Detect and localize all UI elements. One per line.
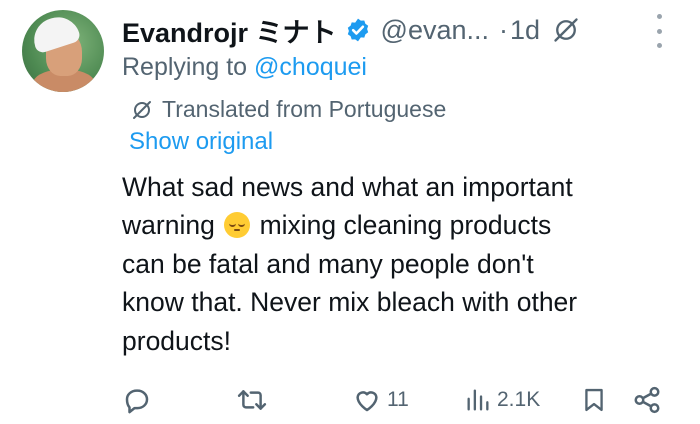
views-chart-icon — [467, 389, 489, 411]
reply-button[interactable] — [122, 380, 157, 420]
like-count: 11 — [387, 388, 409, 411]
show-original-link[interactable]: Show original — [129, 128, 273, 156]
tweet-text-segment: warning — [122, 210, 215, 241]
retweet-button[interactable] — [236, 380, 273, 420]
views-button[interactable]: 2.1K — [464, 380, 540, 420]
tweet-header: Evandrojr ミナト @evan... · 1d — [122, 10, 580, 50]
tweet-text-segment: mixing cleaning products — [259, 210, 552, 241]
share-icon — [634, 386, 660, 414]
tweet-line: What sad news and what an important — [122, 172, 573, 202]
replying-to: Replying to @choquei — [122, 53, 367, 82]
action-bar: 11 2.1K — [0, 380, 700, 420]
translation-label: Translated from Portuguese — [162, 96, 447, 122]
translate-icon — [133, 100, 151, 119]
replying-to-label: Replying to — [122, 53, 255, 81]
author-handle[interactable]: @evan... — [381, 15, 489, 46]
views-count: 2.1K — [497, 388, 541, 411]
author-name[interactable]: Evandrojr ミナト — [122, 11, 337, 50]
tweet-timestamp[interactable]: 1d — [510, 15, 540, 46]
tweet-line: can be fatal and many people don't — [122, 248, 534, 279]
tweet-line: products! — [122, 325, 232, 356]
heart-icon — [356, 391, 378, 412]
retweet-icon — [237, 390, 267, 410]
share-button[interactable] — [632, 380, 662, 420]
like-button[interactable]: 11 — [352, 380, 409, 420]
tweet-line: know that. Never mix bleach with other — [122, 287, 578, 318]
tweet-text: What sad news and what an important warn… — [122, 168, 682, 360]
bookmark-button[interactable] — [580, 380, 608, 420]
avatar[interactable] — [22, 10, 104, 92]
separator-dot: · — [499, 14, 509, 45]
tweet-line: warning mixing cleaning products — [122, 206, 682, 244]
translation-notice: Translated from Portuguese — [130, 96, 446, 123]
more-options-icon[interactable] — [651, 14, 667, 48]
grok-icon[interactable] — [552, 16, 580, 44]
reply-icon — [125, 389, 149, 414]
reply-mention-link[interactable]: @choquei — [254, 53, 367, 81]
bookmark-icon — [585, 388, 603, 412]
pensive-face-emoji — [224, 212, 251, 239]
verified-badge-icon — [345, 17, 371, 43]
